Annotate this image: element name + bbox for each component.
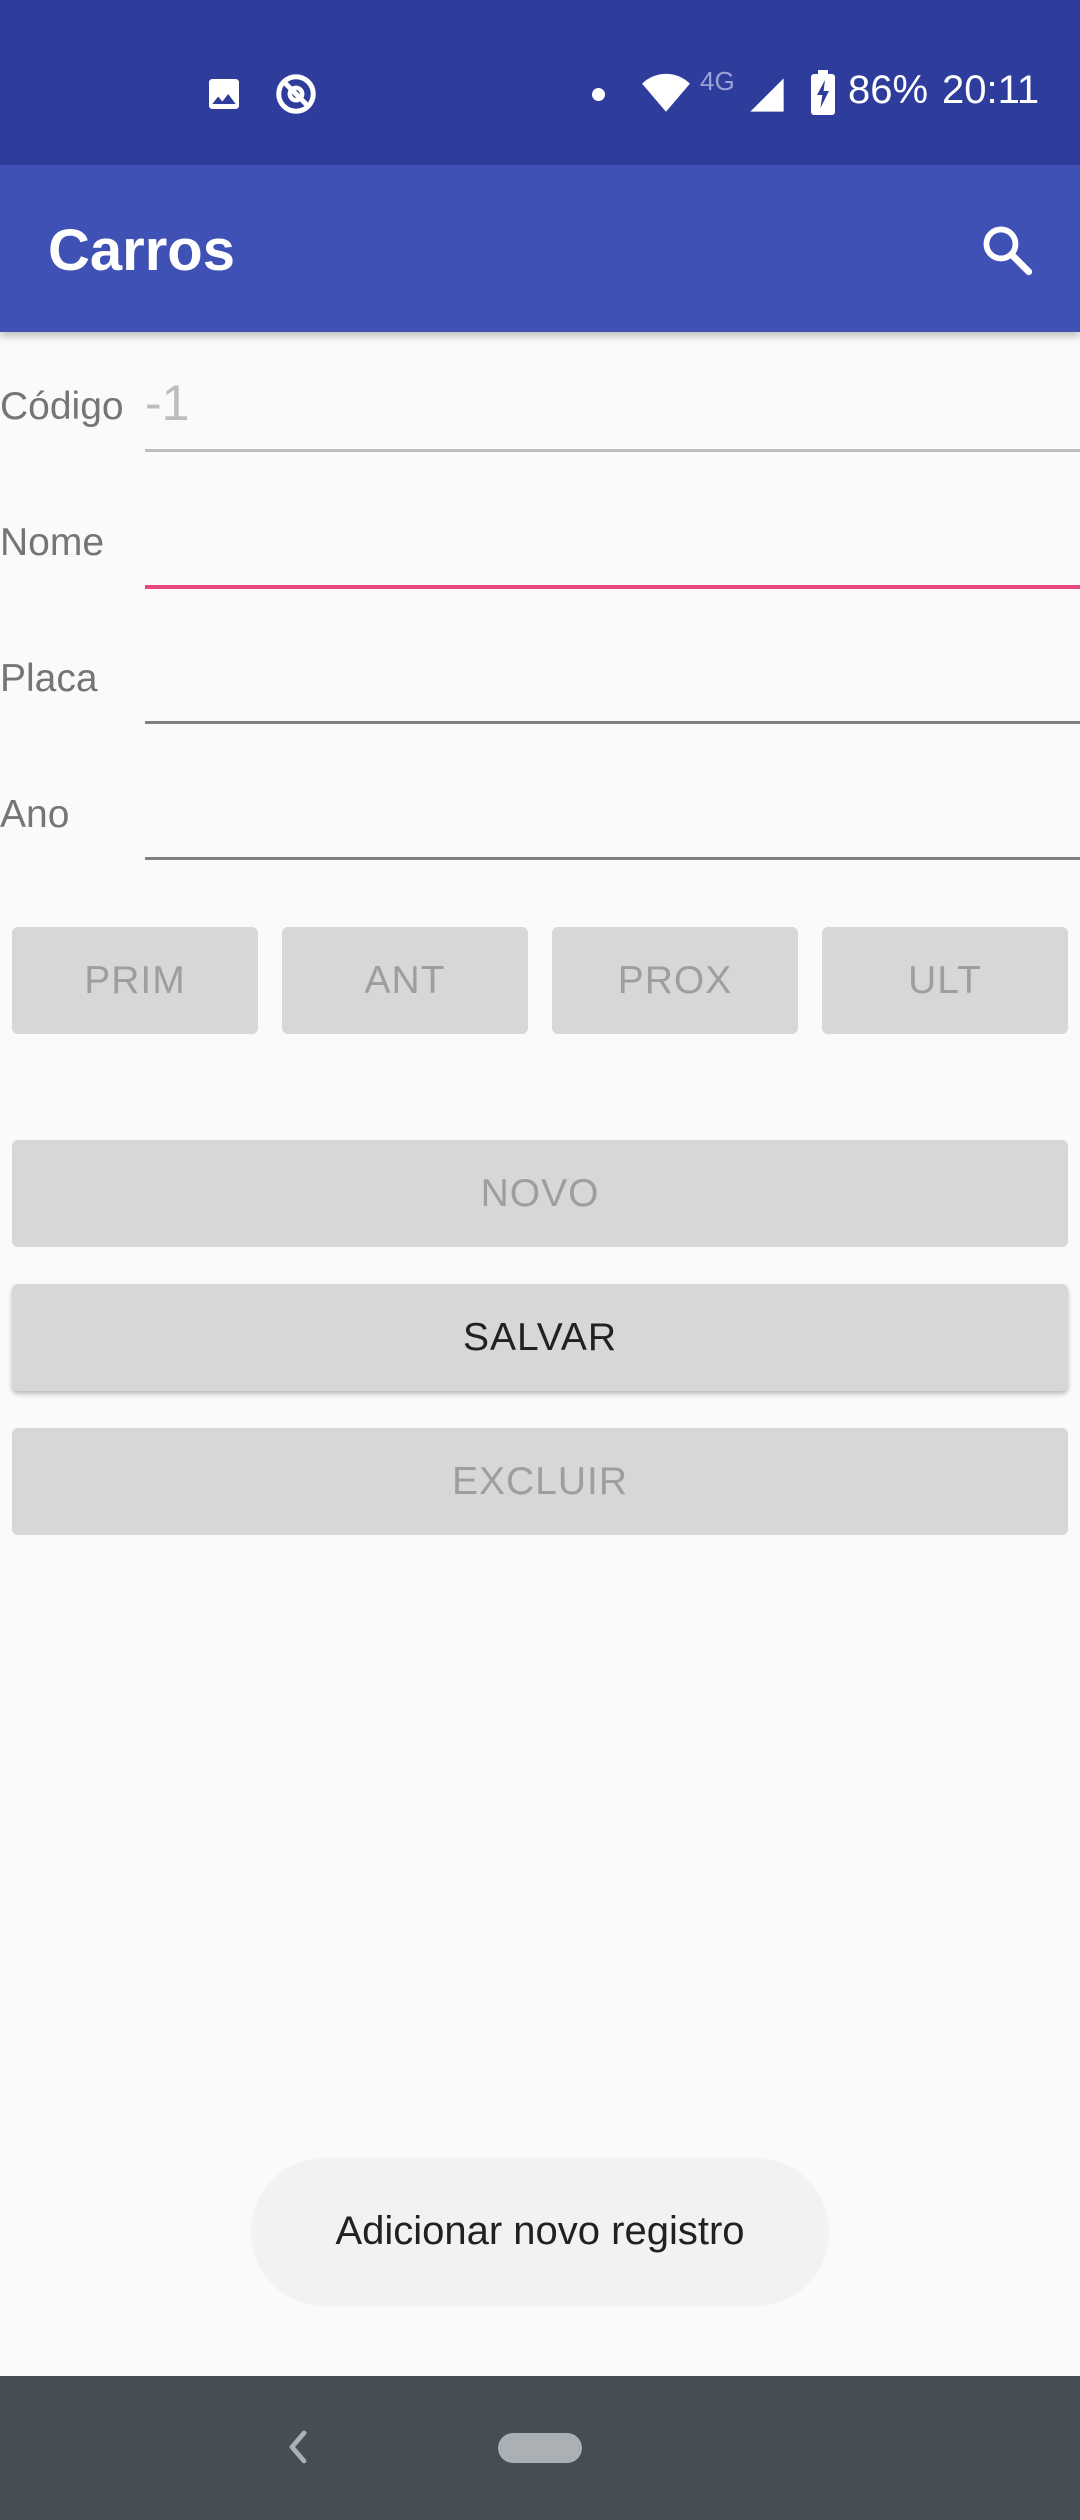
app-title: Carros (48, 218, 235, 283)
image-icon (204, 74, 244, 114)
signal-icon (746, 74, 788, 116)
nome-row: Nome (0, 491, 1080, 601)
notification-dot (592, 88, 605, 101)
battery-charging-icon (810, 70, 836, 116)
placa-label: Placa (0, 657, 98, 700)
battery-percent: 86% (848, 68, 929, 112)
search-icon (983, 226, 1033, 276)
status-bar: 4G 86% 20:11 (0, 0, 1080, 165)
back-icon (289, 2430, 307, 2464)
placa-row: Placa (0, 627, 1080, 737)
first-record-button[interactable]: PRIM (12, 927, 258, 1034)
codigo-label: Código (0, 385, 124, 428)
search-button[interactable] (972, 215, 1042, 285)
nome-field[interactable] (145, 499, 1080, 589)
wifi-icon (640, 70, 692, 114)
ano-label: Ano (0, 793, 70, 836)
system-nav-bar (0, 2376, 1080, 2520)
save-button[interactable]: SALVAR (12, 1284, 1068, 1391)
ano-row: Ano (0, 763, 1080, 873)
app-bar: Carros (0, 165, 1080, 332)
clock: 20:11 (942, 68, 1040, 112)
previous-record-button[interactable]: ANT (282, 927, 528, 1034)
last-record-button[interactable]: ULT (822, 927, 1068, 1034)
placa-field[interactable] (145, 635, 1080, 724)
network-type: 4G (700, 66, 735, 96)
home-pill[interactable] (498, 2433, 582, 2463)
sync-icon (272, 70, 320, 118)
screen: 4G 86% 20:11 Carros Código Nome Placa An… (0, 0, 1080, 2520)
nome-label: Nome (0, 521, 105, 564)
codigo-field[interactable] (145, 363, 1080, 452)
delete-button[interactable]: EXCLUIR (12, 1428, 1068, 1535)
new-button[interactable]: NOVO (12, 1140, 1068, 1247)
codigo-row: Código (0, 355, 1080, 465)
toast-message: Adicionar novo registro (252, 2158, 828, 2304)
ano-field[interactable] (145, 771, 1080, 860)
back-button[interactable] (278, 2422, 318, 2472)
next-record-button[interactable]: PROX (552, 927, 798, 1034)
